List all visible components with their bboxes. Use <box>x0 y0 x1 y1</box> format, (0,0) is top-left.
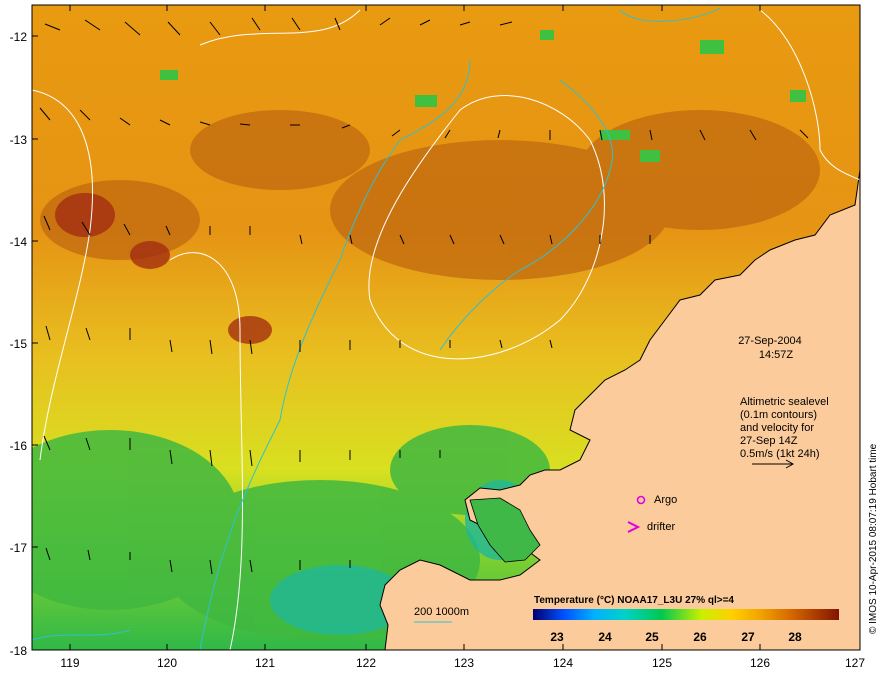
altimetry-line-1: Altimetric sealevel <box>740 396 829 408</box>
lat-tick: -12 <box>10 30 28 44</box>
colorbar-title: Temperature (°C) NOAA17_L3U 27% ql>=4 <box>534 595 734 606</box>
colorbar-tick: 24 <box>598 630 612 644</box>
lon-tick: 119 <box>60 656 79 670</box>
lon-tick: 123 <box>454 656 474 670</box>
drifter-label: drifter <box>647 521 675 533</box>
bathymetry-label: 200 1000m <box>414 606 469 618</box>
lat-tick: -16 <box>10 439 28 453</box>
lat-tick: -14 <box>10 235 28 249</box>
colorbar-ramp <box>533 609 839 620</box>
lat-tick: -17 <box>10 541 28 555</box>
colorbar-tick: 25 <box>645 630 659 644</box>
plot-area: 27-Sep-2004 14:57Z Altimetric sealevel (… <box>32 5 860 650</box>
argo-label: Argo <box>654 494 677 506</box>
imos-credit: © IMOS 10-Apr-2015 08:07:19 Hobart time <box>868 443 879 634</box>
lon-tick: 125 <box>652 656 672 670</box>
altimetry-line-2: (0.1m contours) <box>740 409 817 421</box>
lon-tick: 124 <box>553 656 573 670</box>
altimetry-line-3: and velocity for <box>740 422 814 434</box>
colorbar-tick: 27 <box>741 630 755 644</box>
sst-map: 27-Sep-2004 14:57Z Altimetric sealevel (… <box>10 4 879 670</box>
lon-tick: 126 <box>750 656 770 670</box>
lon-tick: 127 <box>845 656 865 670</box>
lon-tick: 122 <box>356 656 376 670</box>
lat-tick: -15 <box>10 337 28 351</box>
colorbar-tick: 23 <box>550 630 564 644</box>
colorbar-tick: 26 <box>693 630 707 644</box>
lat-tick: -13 <box>10 133 28 147</box>
altimetry-line-4: 27-Sep 14Z <box>740 435 798 447</box>
lon-tick: 120 <box>157 656 177 670</box>
altimetry-line-5: 0.5m/s (1kt 24h) <box>740 448 819 460</box>
map-date: 27-Sep-2004 <box>738 335 802 347</box>
colorbar-tick: 28 <box>788 630 802 644</box>
map-time: 14:57Z <box>759 349 794 361</box>
lon-tick: 121 <box>255 656 275 670</box>
lat-tick: -18 <box>10 644 28 658</box>
